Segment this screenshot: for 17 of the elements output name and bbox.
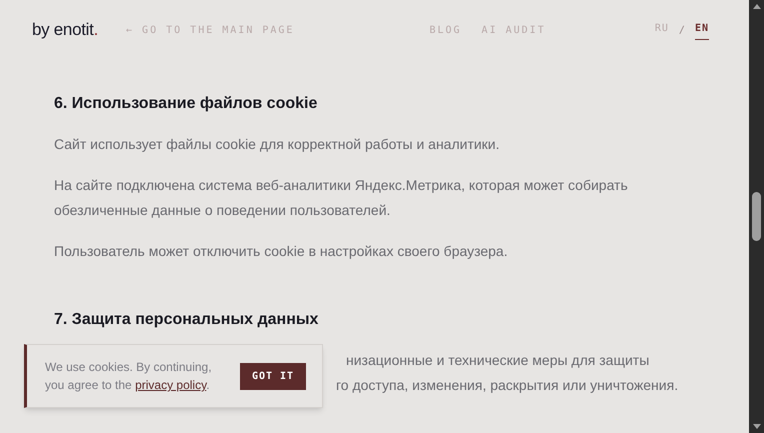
scroll-up-icon[interactable] — [752, 4, 760, 9]
paragraph-line: го доступа, изменения, раскрытия или уничтожения. — [336, 376, 680, 395]
paragraph: На сайте подключена система веб-аналитики Яндекс.Метрика, которая может собирать обезличенные данные о поведении пользователей. — [54, 176, 629, 220]
language-option[interactable]: EN — [694, 20, 709, 40]
privacy-policy-link[interactable]: privacy policy — [135, 378, 206, 392]
got-it-button[interactable]: GOT IT — [240, 362, 306, 390]
logo[interactable]: by enotit. — [32, 17, 98, 43]
paragraph: Пользователь может отключить cookie в настройках своего браузера. — [54, 242, 509, 261]
section-heading: 7. Защита персональных данных — [54, 310, 320, 330]
paragraph: Сайт использует файлы cookie для корректной работы и аналитики. — [54, 135, 501, 154]
scroll-down-icon[interactable] — [752, 424, 760, 429]
cookie-message: We use cookies. By continuing, you agree to the privacy policy. — [45, 359, 213, 394]
language-separator: / — [678, 24, 685, 38]
paragraph-line: низационные и технические меры для защиты — [346, 351, 650, 370]
section-heading: 6. Использование файлов cookie — [54, 94, 318, 114]
scrollbar-thumb[interactable] — [752, 192, 761, 241]
scrollbar[interactable] — [749, 0, 764, 433]
